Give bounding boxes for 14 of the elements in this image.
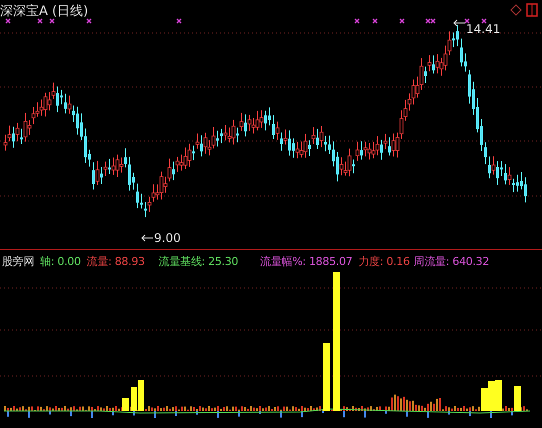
indicator-value: 轴: 0.00 <box>40 254 81 270</box>
indicator-value: 流量: 88.93 <box>86 254 145 270</box>
indicator-value: 流量基线: 25.30 <box>158 254 238 270</box>
chart-title: 深深宝A (日线) <box>0 3 88 22</box>
price-label: 14.41 <box>466 23 500 35</box>
price-label: 9.00 <box>154 232 181 244</box>
window-icon[interactable] <box>526 3 538 17</box>
arrow-icon <box>452 18 466 28</box>
indicator-name: 股旁网 <box>2 254 34 270</box>
arrow-icon <box>140 233 154 243</box>
indicator-value: 力度: 0.16 <box>358 254 410 270</box>
indicator-value: 周流量: 640.32 <box>414 254 490 270</box>
diamond-icon[interactable] <box>510 4 522 16</box>
indicator-value: 流量幅%: 1885.07 <box>260 254 352 270</box>
